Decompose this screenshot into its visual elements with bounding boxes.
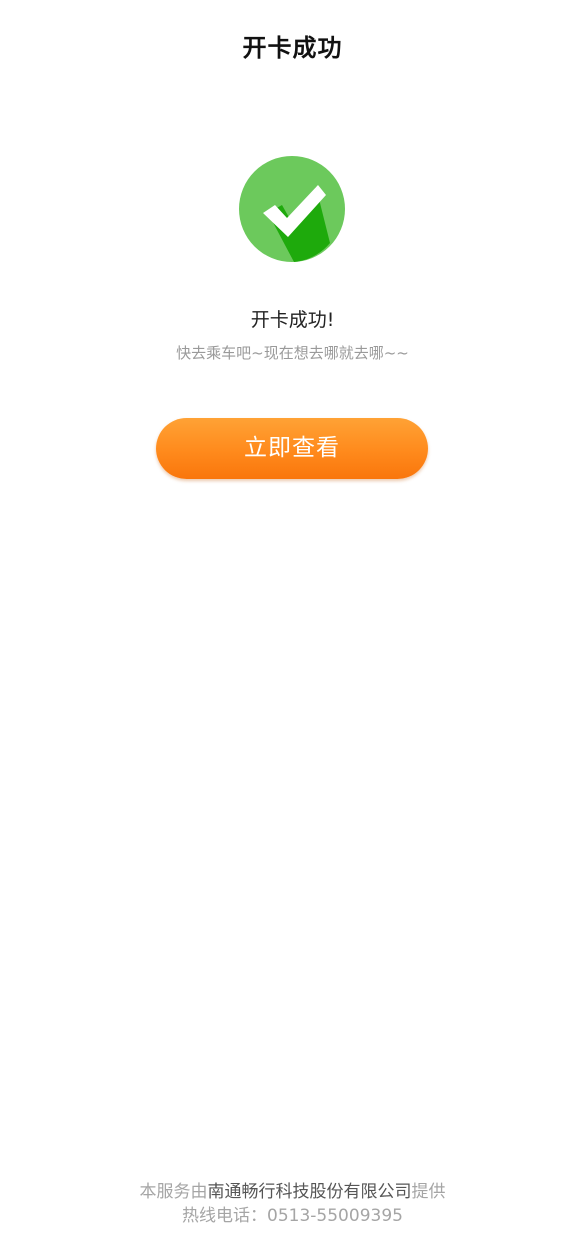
page-title: 开卡成功 (242, 34, 343, 62)
header-bar: 开卡成功 (0, 0, 585, 90)
success-title: 开卡成功! (250, 309, 335, 331)
provider-suffix: 提供 (411, 1182, 446, 1202)
provider-prefix: 本服务由 (139, 1182, 208, 1202)
success-subtitle: 快去乘车吧~现在想去哪就去哪~~ (176, 344, 409, 362)
provider-line: 本服务由南通畅行科技股份有限公司提供 (0, 1180, 585, 1204)
hotline-text: 热线电话：0513-55009395 (182, 1206, 403, 1226)
view-now-button[interactable]: 立即查看 (156, 418, 428, 479)
provider-company: 南通畅行科技股份有限公司 (207, 1182, 412, 1202)
check-circle-icon (238, 155, 346, 263)
footer-info: 本服务由南通畅行科技股份有限公司提供 热线电话：0513-55009395 (0, 1180, 585, 1228)
